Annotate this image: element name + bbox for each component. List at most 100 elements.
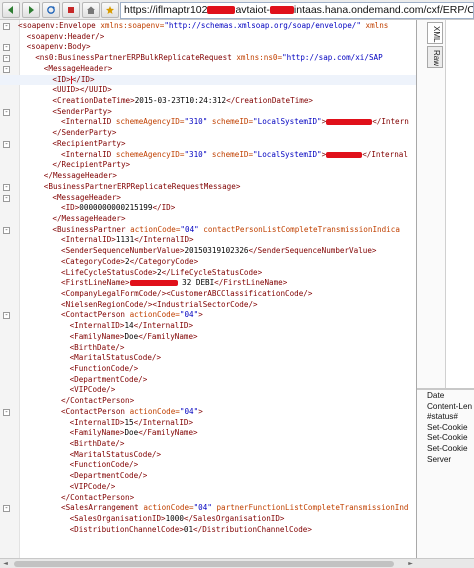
xml-line-code: <soapenv:Body> (26, 42, 91, 52)
xml-line-code: <SalesArrangement actionCode="04" partne… (61, 503, 409, 513)
xml-line: <VIPCode/> (0, 385, 416, 396)
xml-line: <FunctionCode/> (0, 364, 416, 375)
header-item[interactable]: Set-Cookie (427, 423, 474, 434)
scroll-right-icon[interactable]: ► (406, 560, 415, 568)
xml-line: <CategoryCode>2</CategoryCode> (0, 257, 416, 268)
bookmark-button[interactable] (101, 2, 119, 18)
xml-line: </RecipientParty> (0, 160, 416, 171)
scrollbar-thumb[interactable] (14, 561, 394, 567)
side-content-area (445, 20, 474, 388)
home-button[interactable] (82, 2, 100, 18)
redaction-mark (207, 6, 236, 15)
xml-line-code: <InternalID>14</InternalID> (69, 321, 194, 331)
xml-line-code: <InternalID schemeAgencyID="310" schemeI… (61, 117, 409, 127)
xml-line-code: <ContactPerson actionCode="04"> (61, 310, 203, 320)
xml-line: <FamilyName>Doe</FamilyName> (0, 428, 416, 439)
xml-line-code: </MessageHeader> (43, 171, 117, 181)
side-panel: XML Raw Date Content-Len #status# Set-Co… (417, 20, 474, 568)
refresh-button[interactable] (42, 2, 60, 18)
xml-line-code: <MessageHeader> (43, 63, 113, 73)
xml-line-code: </ContactPerson> (61, 492, 135, 502)
xml-line: <MaritalStatusCode/> (0, 449, 416, 461)
collapse-toggle-icon[interactable]: - (3, 505, 10, 513)
xml-line: <InternalID schemeAgencyID="310" schemeI… (0, 149, 416, 161)
xml-line: <DepartmentCode/> (0, 375, 416, 386)
collapse-toggle-icon[interactable]: - (3, 226, 10, 234)
xml-line-code: <CompanyLegalFormCode/><CustomerABCClass… (61, 288, 313, 298)
xml-line: - <BusinessPartnerERPReplicateRequestMess… (0, 181, 416, 193)
xml-line: <MaritalStatusCode/> (0, 353, 416, 364)
tab-xml[interactable]: XML (427, 22, 443, 44)
xml-line-code: </SenderParty> (52, 128, 117, 138)
stop-icon (68, 7, 74, 13)
collapse-toggle-icon[interactable]: - (3, 408, 10, 416)
xml-line: - <MessageHeader> (0, 193, 416, 204)
splitter[interactable] (417, 388, 474, 390)
url-field[interactable]: https://iflmaptr102 avtaiot-intaas.hana.o… (120, 2, 474, 19)
collapse-toggle-icon[interactable]: - (3, 183, 10, 191)
collapse-toggle-icon[interactable]: - (3, 23, 10, 30)
redaction-mark (269, 6, 294, 15)
xml-line: <BirthDate/> (0, 342, 416, 354)
collapse-toggle-icon[interactable]: - (3, 55, 10, 63)
xml-line: - <ContactPerson actionCode="04"> (0, 310, 416, 321)
header-item[interactable]: Set-Cookie (427, 433, 474, 444)
horizontal-scrollbar[interactable]: ◄ ► (0, 558, 417, 568)
xml-line-code: </ContactPerson> (61, 396, 135, 406)
xml-line-code: <ID></ID> (52, 74, 95, 84)
header-item[interactable]: #status# (427, 412, 474, 423)
tab-raw[interactable]: Raw (427, 46, 443, 68)
xml-line-code: <NielsenRegionCode/><IndustrialSectorCod… (61, 299, 258, 309)
collapse-toggle-icon[interactable]: - (3, 312, 10, 320)
xml-line-code: <SenderSequenceNumberValue>2015031910232… (61, 246, 377, 256)
xml-line-code: <FirstLineName> 32 DEBI</FirstLineName> (61, 278, 288, 288)
xml-line-code: <BusinessPartnerERPReplicateRequestMessa… (43, 181, 241, 191)
back-button[interactable] (2, 2, 20, 18)
xml-line-code: <ns0:BusinessPartnerERPBulkReplicateRequ… (35, 53, 383, 63)
collapse-toggle-icon[interactable]: - (3, 108, 10, 116)
xml-line-code: <ContactPerson actionCode="04"> (61, 406, 203, 416)
xml-line-code: <DistributionChannelCode>01</Distributio… (69, 524, 312, 534)
xml-line: </MessageHeader> (0, 213, 416, 225)
xml-line-code: <soapenv:Envelope xmlns:soapenv="http://… (18, 21, 389, 30)
xml-line-code: <MaritalStatusCode/> (69, 449, 162, 459)
xml-line-code: <CreationDateTime>2015-03-23T10:24:312</… (52, 96, 313, 106)
xml-line: </ContactPerson> (0, 492, 416, 504)
side-scrollbar[interactable] (417, 558, 474, 568)
xml-line-code: <ID>0000000000215199</ID> (61, 203, 176, 213)
response-headers-list: Date Content-Len #status# Set-Cookie Set… (427, 391, 474, 465)
xml-line-code: <InternalID>15</InternalID> (69, 417, 194, 427)
collapse-toggle-icon[interactable]: - (3, 194, 10, 202)
header-item[interactable]: Server (427, 455, 474, 466)
stop-button[interactable] (62, 2, 80, 18)
xml-line: <UUID></UUID> (0, 85, 416, 96)
xml-line: <ID>0000000000215199</ID> (0, 203, 416, 214)
tab-raw-label: Raw (432, 50, 441, 67)
xml-line-code: <BirthDate/> (69, 342, 125, 352)
xml-line: <CompanyLegalFormCode/><CustomerABCClass… (0, 288, 416, 300)
xml-line-code: <UUID></UUID> (52, 85, 112, 95)
xml-line-code: <VIPCode/> (69, 481, 116, 491)
header-item[interactable]: Content-Len (427, 402, 474, 413)
xml-line-code: <InternalID schemeAgencyID="310" schemeI… (61, 149, 408, 159)
scroll-left-icon[interactable]: ◄ (1, 560, 10, 568)
xml-line: <VIPCode/> (0, 481, 416, 493)
xml-line: <BirthDate/> (0, 439, 416, 450)
xml-line: </ContactPerson> (0, 396, 416, 407)
header-item[interactable]: Date (427, 391, 474, 402)
xml-line: - <RecipientParty> (0, 138, 416, 150)
header-item[interactable]: Set-Cookie (427, 444, 474, 455)
tab-xml-label: XML (432, 26, 441, 43)
arrow-right-icon (29, 6, 34, 14)
collapse-toggle-icon[interactable]: - (3, 140, 10, 148)
forward-button[interactable] (22, 2, 40, 18)
collapse-toggle-icon[interactable]: - (3, 44, 10, 52)
xml-viewer[interactable]: - <soapenv:Envelope xmlns:soapenv="http:/… (0, 20, 417, 558)
xml-line-code: </MessageHeader> (52, 213, 126, 223)
xml-line: <SalesOrganisationID>1000</SalesOrganisa… (0, 514, 416, 525)
xml-line: - <ContactPerson actionCode="04"> (0, 406, 416, 418)
xml-line-code: <RecipientParty> (52, 138, 126, 148)
collapse-toggle-icon[interactable]: - (3, 65, 10, 73)
xml-line-code: <VIPCode/> (69, 385, 116, 395)
xml-line: - <SalesArrangement actionCode="04" partn… (0, 503, 416, 514)
